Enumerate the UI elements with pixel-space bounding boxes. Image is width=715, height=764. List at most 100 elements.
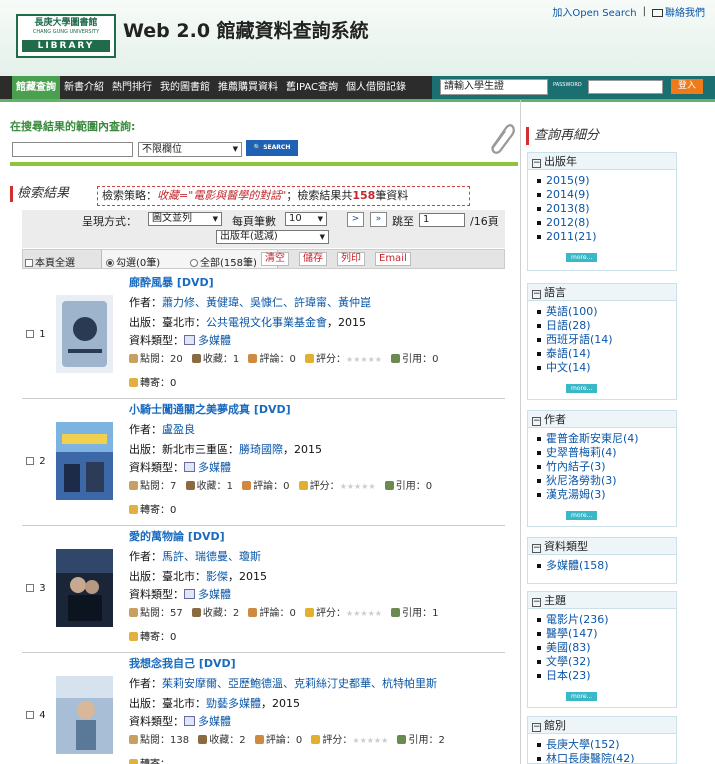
account-input[interactable]: 請輸入學生證: [440, 79, 548, 95]
facet-item[interactable]: 2014(9): [537, 188, 676, 202]
facet-item-link[interactable]: 泰語(14): [546, 347, 591, 360]
facet-header[interactable]: − 作者: [528, 411, 676, 428]
facet-item[interactable]: 美國(83): [537, 641, 676, 655]
facet-item[interactable]: 2013(8): [537, 202, 676, 216]
facet-header[interactable]: − 主題: [528, 592, 676, 609]
publisher-link[interactable]: 公共電視文化事業基金會: [206, 316, 327, 329]
facet-item-link[interactable]: 多媒體(158): [546, 559, 609, 572]
facet-item-link[interactable]: 2015(9): [546, 174, 590, 187]
facet-item[interactable]: 長庚大學(152): [537, 738, 676, 752]
record-checkbox[interactable]: 2: [26, 456, 46, 467]
cover-image[interactable]: [56, 549, 113, 627]
more-button[interactable]: more...: [566, 384, 598, 393]
clear-button[interactable]: 清空: [261, 252, 289, 266]
cover-image[interactable]: [56, 422, 113, 500]
facet-item-link[interactable]: 醫學(147): [546, 627, 598, 640]
facet-item-link[interactable]: 文學(32): [546, 655, 591, 668]
facet-item[interactable]: 英語(100): [537, 305, 676, 319]
facet-header[interactable]: − 出版年: [528, 153, 676, 170]
facet-item-link[interactable]: 2012(8): [546, 216, 590, 229]
facet-header[interactable]: − 資料類型: [528, 538, 676, 555]
facet-item[interactable]: 霍普金斯安東尼(4): [537, 432, 676, 446]
email-button[interactable]: Email: [375, 252, 411, 266]
facet-item-link[interactable]: 2011(21): [546, 230, 597, 243]
record-checkbox[interactable]: 3: [26, 583, 46, 594]
facet-item[interactable]: 竹內結子(3): [537, 460, 676, 474]
author-link[interactable]: 馬許、瑞德曼、瓊斯: [162, 550, 261, 563]
facet-item-link[interactable]: 日本(23): [546, 669, 591, 682]
more-button[interactable]: more...: [566, 511, 598, 520]
print-button[interactable]: 列印: [337, 252, 365, 266]
facet-item-link[interactable]: 狄尼洛勞勃(3): [546, 474, 617, 487]
rating-stars[interactable]: ★★★★★: [340, 482, 376, 491]
publisher-link[interactable]: 影傑: [206, 570, 228, 583]
facet-header[interactable]: − 語言: [528, 284, 676, 301]
facet-item[interactable]: 電影片(236): [537, 613, 676, 627]
facet-item-link[interactable]: 林口長庚醫院(42): [546, 752, 635, 763]
search-input[interactable]: [12, 142, 133, 157]
cover-image[interactable]: [56, 295, 113, 373]
facet-item[interactable]: 泰語(14): [537, 347, 676, 361]
nav-item-my-library[interactable]: 我的圖書館: [156, 76, 214, 99]
password-input[interactable]: [588, 80, 663, 94]
facet-item-link[interactable]: 2013(8): [546, 202, 590, 215]
record-checkbox[interactable]: 4: [26, 710, 46, 721]
radio-checked-items[interactable]: 勾選(0筆): [106, 254, 160, 269]
save-button[interactable]: 儲存: [299, 252, 327, 266]
record-title[interactable]: 小騎士闖通關之美夢成真 [DVD]: [129, 401, 291, 417]
facet-item[interactable]: 西班牙語(14): [537, 333, 676, 347]
rating-stars[interactable]: ★★★★★: [346, 355, 382, 364]
sort-select[interactable]: 出版年(遞減) ▼: [216, 230, 329, 244]
nav-item-new-books[interactable]: 新書介紹: [60, 76, 108, 99]
facet-item[interactable]: 史翠普梅莉(4): [537, 446, 676, 460]
page-input[interactable]: 1: [419, 213, 465, 227]
facet-item-link[interactable]: 日語(28): [546, 319, 591, 332]
per-page-select[interactable]: 10 ▼: [285, 212, 327, 226]
nav-item-borrow-history[interactable]: 個人借閱記錄: [342, 76, 410, 99]
last-page-button[interactable]: »: [370, 212, 387, 227]
facet-item[interactable]: 2015(9): [537, 174, 676, 188]
nav-item-popular[interactable]: 熱門排行: [108, 76, 156, 99]
facet-item-link[interactable]: 長庚大學(152): [546, 738, 620, 751]
record-title[interactable]: 我想念我自己 [DVD]: [129, 655, 236, 671]
record-title[interactable]: 愛的萬物論 [DVD]: [129, 528, 225, 544]
facet-item[interactable]: 林口長庚醫院(42): [537, 752, 676, 763]
type-link[interactable]: 多媒體: [198, 461, 231, 474]
radio-all-items[interactable]: 全部(158筆): [190, 254, 257, 269]
facet-item-link[interactable]: 史翠普梅莉(4): [546, 446, 617, 459]
contact-link[interactable]: 聯絡我們: [652, 4, 705, 19]
author-link[interactable]: 盧盈良: [162, 423, 195, 436]
library-logo[interactable]: 長庚大學圖書館 CHANG GUNG UNIVERSITY LIBRARY: [16, 14, 116, 58]
facet-item-link[interactable]: 漢克湯姆(3): [546, 488, 606, 501]
rating-stars[interactable]: ★★★★★: [352, 736, 388, 745]
facet-item[interactable]: 中文(14): [537, 361, 676, 375]
facet-item[interactable]: 日本(23): [537, 669, 676, 683]
facet-item[interactable]: 狄尼洛勞勃(3): [537, 474, 676, 488]
facet-item-link[interactable]: 電影片(236): [546, 613, 609, 626]
facet-item[interactable]: 2011(21): [537, 230, 676, 244]
facet-item[interactable]: 多媒體(158): [537, 559, 676, 573]
author-link[interactable]: 茱莉安摩爾、亞歷鮑德溫、克莉絲汀史都華、杭特帕里斯: [162, 677, 437, 690]
nav-item-recommend[interactable]: 推薦購買資料: [214, 76, 282, 99]
author-link[interactable]: 蕭力修、黃健瑋、吳慷仁、許瑋甯、黃仲崑: [162, 296, 371, 309]
facet-item[interactable]: 日語(28): [537, 319, 676, 333]
facet-item-link[interactable]: 美國(83): [546, 641, 591, 654]
type-link[interactable]: 多媒體: [198, 715, 231, 728]
add-open-search-link[interactable]: 加入Open Search: [552, 4, 636, 19]
nav-item-catalog-search[interactable]: 館藏查詢: [12, 76, 60, 99]
publisher-link[interactable]: 勝琦國際: [239, 443, 283, 456]
display-mode-select[interactable]: 圖文並列 ▼: [148, 212, 222, 226]
search-button[interactable]: 🔍 SEARCH: [246, 140, 298, 156]
facet-item[interactable]: 醫學(147): [537, 627, 676, 641]
facet-header[interactable]: − 館別: [528, 717, 676, 734]
more-button[interactable]: more...: [566, 253, 598, 262]
record-title[interactable]: 廊酔風暴 [DVD]: [129, 274, 214, 290]
cover-image[interactable]: [56, 676, 113, 754]
facet-item[interactable]: 2012(8): [537, 216, 676, 230]
facet-item-link[interactable]: 2014(9): [546, 188, 590, 201]
login-button[interactable]: 登入: [671, 79, 703, 94]
select-page-all[interactable]: 本頁全選: [25, 254, 75, 269]
more-button[interactable]: more...: [566, 692, 598, 701]
facet-item-link[interactable]: 霍普金斯安東尼(4): [546, 432, 639, 445]
facet-item[interactable]: 漢克湯姆(3): [537, 488, 676, 502]
